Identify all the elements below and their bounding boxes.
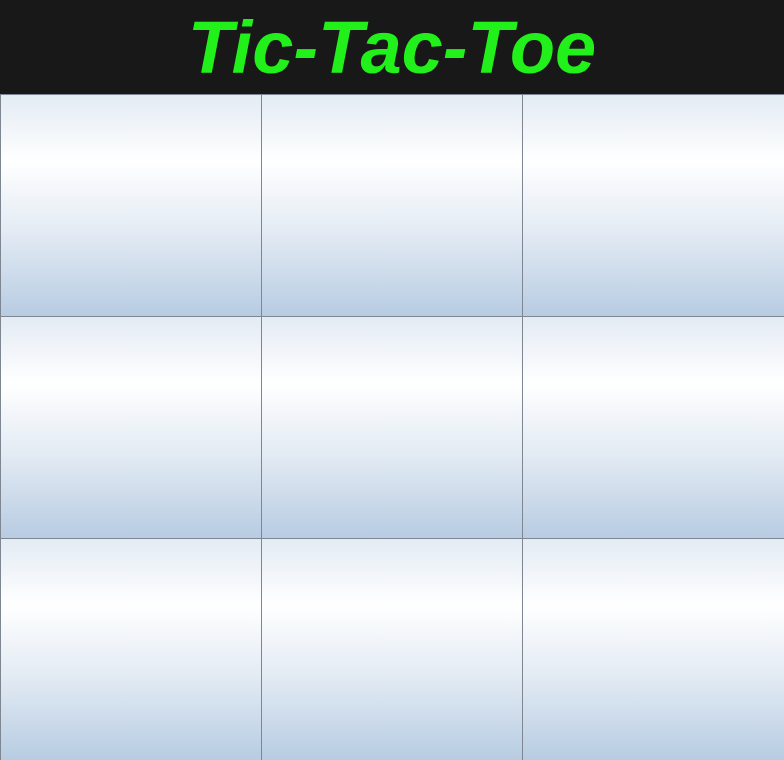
game-board <box>0 94 784 760</box>
header-bar: Tic-Tac-Toe <box>0 0 784 94</box>
board-cell-r1-c3[interactable] <box>522 94 784 317</box>
board-cell-r3-c3[interactable] <box>522 538 784 760</box>
game-title: Tic-Tac-Toe <box>187 6 597 89</box>
tic-tac-toe-app: Tic-Tac-Toe <box>0 0 784 760</box>
board-cell-r1-c2[interactable] <box>261 94 523 317</box>
board-cell-r2-c2[interactable] <box>261 316 523 539</box>
board-cell-r3-c1[interactable] <box>0 538 262 760</box>
board-cell-r1-c1[interactable] <box>0 94 262 317</box>
board-cell-r3-c2[interactable] <box>261 538 523 760</box>
board-cell-r2-c1[interactable] <box>0 316 262 539</box>
board-cell-r2-c3[interactable] <box>522 316 784 539</box>
